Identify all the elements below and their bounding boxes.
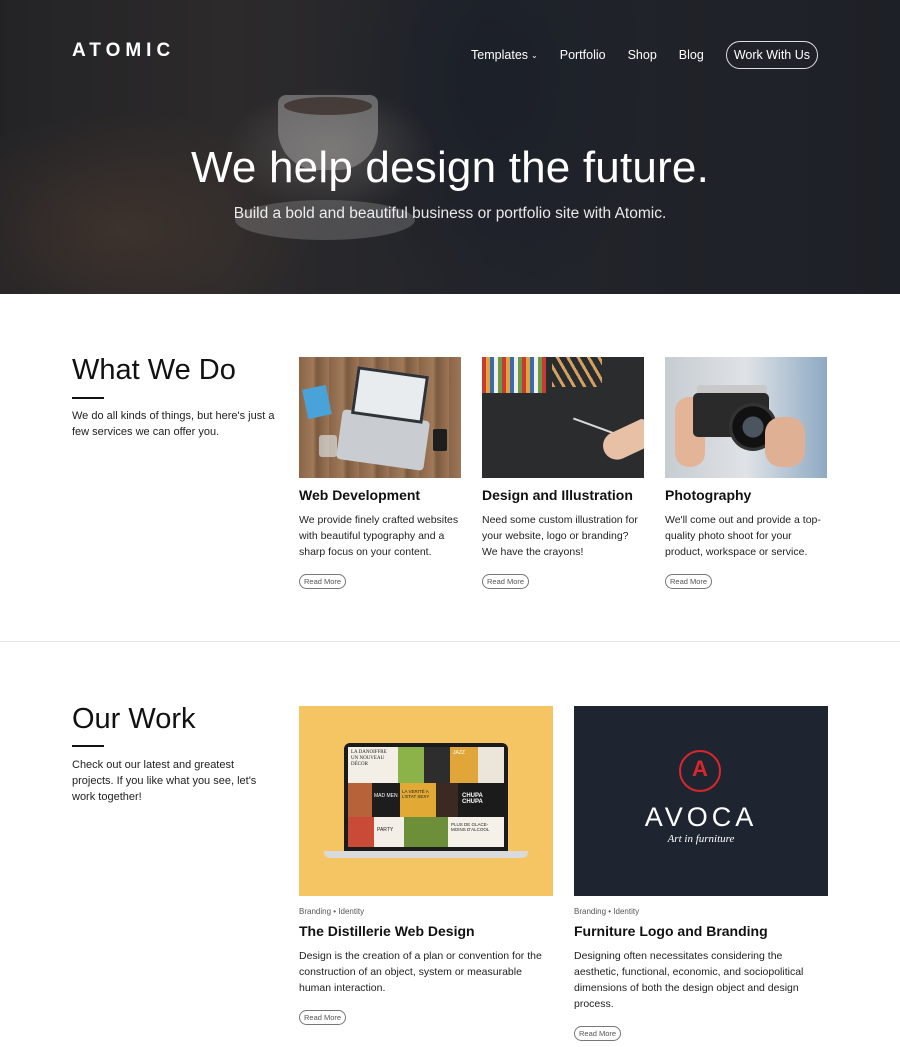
nav-item-blog[interactable]: Blog — [679, 48, 704, 62]
tile-image — [404, 817, 448, 847]
pencils-shape — [552, 357, 602, 387]
tile-text: PLUS DE GLACE-MOINS D'ALCOOL — [448, 817, 504, 847]
read-more-button[interactable]: Read More — [299, 1010, 347, 1025]
laptop-screen-shape — [351, 366, 429, 424]
glass-shape — [319, 435, 337, 457]
laptop-desk-image — [299, 357, 461, 478]
project-title[interactable]: Furniture Logo and Branding — [574, 923, 828, 939]
tile-image — [436, 783, 458, 817]
what-we-do-description: We do all kinds of things, but here's ju… — [72, 410, 275, 438]
our-work-title: Our Work — [72, 703, 196, 735]
tile-image — [424, 747, 450, 783]
pencil-shape — [572, 417, 616, 435]
tile-text: MAD MEN — [372, 783, 400, 817]
tile-image — [478, 747, 504, 783]
service-card-design-illustration: Design and Illustration Need some custom… — [482, 357, 644, 589]
project-tags: Branding • Identity — [299, 907, 365, 916]
nav-item-label: Templates — [471, 48, 529, 62]
distillerie-laptop-image[interactable]: LA DANOIFFRE UN NOUVEAU DÉCOR JAZZ MAD M… — [299, 706, 553, 896]
project-title[interactable]: The Distillerie Web Design — [299, 923, 553, 939]
project-text: Designing often necessitates considering… — [574, 950, 804, 1010]
hand-shape — [765, 417, 805, 467]
service-card-web-development: Web Development We provide finely crafte… — [299, 357, 461, 589]
tile-text: JAZZ — [450, 747, 478, 783]
section-rule — [72, 745, 104, 747]
our-work-description: Check out our latest and greatest projec… — [72, 759, 257, 803]
service-title: Web Development — [299, 487, 421, 503]
project-text: Design is the creation of a plan or conv… — [299, 950, 542, 994]
hero-subtitle: Build a bold and beautiful business or p… — [233, 205, 667, 222]
service-text: We'll come out and provide a top-quality… — [665, 514, 821, 558]
read-more-button[interactable]: Read More — [574, 1026, 622, 1041]
avoca-wordmark: AVOCA — [644, 802, 758, 832]
nav-item-shop[interactable]: Shop — [628, 48, 657, 62]
avoca-logo-letter: A — [692, 756, 708, 781]
project-card-distillerie: LA DANOIFFRE UN NOUVEAU DÉCOR JAZZ MAD M… — [299, 706, 553, 1025]
read-more-button[interactable]: Read More — [665, 574, 713, 589]
tile-image — [398, 747, 424, 783]
what-we-do-title: What We Do — [72, 354, 236, 386]
nav-item-templates[interactable]: Templates ⌄ — [471, 48, 538, 62]
tile-image — [348, 783, 372, 817]
chevron-down-icon: ⌄ — [531, 50, 538, 60]
tile-image — [348, 817, 374, 847]
hand-shape — [598, 417, 644, 465]
avoca-logo-image[interactable]: A AVOCA Art in furniture — [574, 706, 828, 896]
illustration-pencils-image — [482, 357, 644, 478]
tile-text: PARTY — [374, 817, 404, 847]
laptop-base-shape — [324, 851, 528, 858]
laptop-screen-shape: LA DANOIFFRE UN NOUVEAU DÉCOR JAZZ MAD M… — [344, 743, 508, 851]
brand-logo[interactable]: ATOMIC — [72, 40, 175, 62]
hero-section: ATOMIC Templates ⌄ Portfolio Shop Blog W… — [0, 0, 900, 294]
nav-item-label: Blog — [678, 48, 704, 62]
service-title: Photography — [665, 487, 752, 503]
service-text: Need some custom illustration for your w… — [482, 514, 638, 558]
read-more-button[interactable]: Read More — [299, 574, 347, 589]
notepad-shape — [302, 384, 332, 420]
colored-pencils-shape — [482, 357, 546, 393]
hero-title: We help design the future. — [190, 143, 710, 192]
nav-item-portfolio[interactable]: Portfolio — [560, 48, 606, 62]
service-card-photography: Photography We'll come out and provide a… — [665, 357, 827, 589]
nav-item-label: Shop — [627, 48, 657, 62]
avoca-tagline: Art in furniture — [667, 833, 735, 845]
section-rule — [72, 397, 104, 399]
project-tags: Branding • Identity — [574, 907, 640, 916]
tile-text: LA VERITÉ A L'ETAT SEXY — [400, 783, 436, 817]
camera-image — [665, 357, 827, 478]
read-more-button[interactable]: Read More — [482, 574, 530, 589]
tile-text: LA DANOIFFRE UN NOUVEAU DÉCOR — [348, 747, 398, 783]
nav-item-label: Portfolio — [559, 48, 606, 62]
service-title: Design and Illustration — [482, 487, 633, 503]
work-with-us-button[interactable]: Work With Us — [725, 41, 818, 69]
tile-text: CHUPA CHUPA — [458, 783, 504, 817]
service-text: We provide finely crafted websites with … — [299, 514, 459, 558]
section-divider — [0, 641, 900, 642]
phone-shape — [433, 429, 447, 451]
project-card-furniture: A AVOCA Art in furniture Branding • Iden… — [574, 706, 828, 1041]
main-nav: Templates ⌄ Portfolio Shop Blog Work Wit… — [471, 41, 818, 69]
